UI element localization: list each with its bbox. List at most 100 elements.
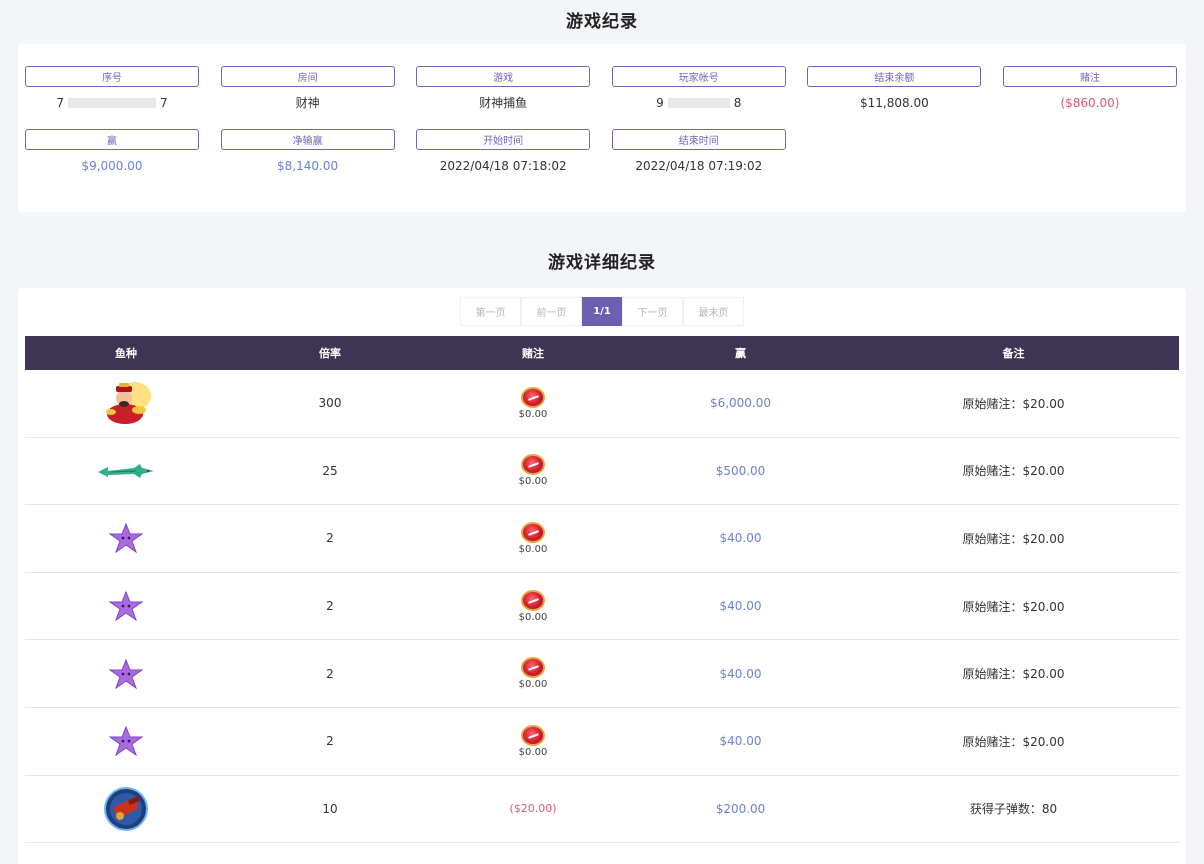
end-balance-label: 结束余额: [807, 66, 982, 87]
bet-amount: $0.00: [518, 611, 548, 623]
room-cell: 房间 财神: [220, 66, 395, 111]
net-win-cell: 净输赢 $8,140.00: [220, 129, 395, 174]
fish-cell: [25, 380, 227, 426]
chip-icon: [521, 386, 545, 408]
player-label: 玩家帐号: [611, 66, 786, 87]
bet-cell: $0.00: [433, 657, 633, 690]
start-time-label: 开始时间: [416, 129, 591, 150]
starfish-icon: [108, 591, 144, 622]
god-of-wealth-icon: [106, 382, 151, 425]
note-cell: 原始赌注：$20.00: [962, 396, 1065, 411]
shark-icon: [98, 463, 154, 478]
chip-icon: [521, 454, 545, 476]
game-cell: 游戏 财神捕鱼: [416, 66, 591, 111]
serial-cell: 序号 7 7: [25, 66, 199, 111]
serial-value: 7 7: [56, 95, 167, 111]
chip-icon: [521, 589, 545, 611]
bet-cell: ($20.00): [433, 802, 633, 815]
table-row: 10 ($20.00) $200.00 获得子弹数：80: [25, 776, 1179, 844]
starfish-icon: [108, 658, 144, 689]
bet-amount: $0.00: [518, 543, 548, 555]
prev-page-button[interactable]: 前一页: [521, 297, 582, 326]
bet-cell: $0.00: [433, 724, 633, 758]
summary-card: 序号 7 7 房间 财神 游戏 财神捕鱼 玩家帐号 9 8 结束余额 $11,8: [18, 44, 1186, 212]
bet-amount: $0.00: [518, 746, 548, 758]
end-balance-cell: 结束余额 $11,808.00: [807, 66, 982, 111]
note-cell: 原始赌注：$20.00: [962, 531, 1065, 546]
table-row: 2 $0.00 $40.00 原始赌注：$20.00: [25, 640, 1179, 708]
win-cell: $40.00: [719, 666, 762, 681]
bet-cell: $0.00: [433, 386, 633, 420]
multiplier-cell: 2: [326, 599, 334, 614]
start-time-cell: 开始时间 2022/04/18 07:18:02: [416, 129, 591, 174]
player-cell: 玩家帐号 9 8: [611, 66, 786, 111]
fish-cell: [25, 658, 227, 689]
page-title: 游戏纪录: [566, 12, 638, 32]
bet-amount: $0.00: [518, 679, 548, 691]
col-note: 备注: [1002, 347, 1025, 360]
current-page-indicator[interactable]: 1/1: [582, 297, 622, 326]
note-cell: 原始赌注：$20.00: [962, 464, 1065, 479]
bet-cell: $0.00: [433, 454, 633, 487]
win-cell: $500.00: [715, 463, 766, 478]
win-cell: $40.00: [719, 531, 762, 546]
multiplier-cell: 10: [322, 801, 338, 816]
win-cell: $40.00: [719, 734, 762, 749]
end-balance-value: $11,808.00: [860, 96, 929, 110]
note-cell: 获得子弹数：80: [969, 802, 1058, 817]
col-fish: 鱼种: [115, 347, 137, 360]
note-cell: 原始赌注：$20.00: [962, 667, 1065, 682]
start-time-value: 2022/04/18 07:18:02: [439, 159, 567, 173]
multiplier-cell: 2: [326, 531, 334, 546]
table-row: 25 $0.00 $500.00 原始赌注：$20.00: [25, 438, 1179, 506]
game-label: 游戏: [416, 66, 591, 87]
game-value: 财神捕鱼: [479, 96, 528, 110]
note-cell: 原始赌注：$20.00: [962, 599, 1065, 614]
first-page-button[interactable]: 第一页: [460, 297, 521, 326]
fish-cell: [25, 463, 227, 479]
player-prefix: 9: [656, 96, 664, 110]
room-label: 房间: [220, 66, 395, 87]
bet-cell: $0.00: [433, 589, 633, 623]
net-win-label: 净输赢: [220, 129, 395, 150]
bet-amount: $0.00: [518, 476, 548, 488]
starfish-icon: [108, 726, 144, 757]
fish-cell: [25, 523, 227, 554]
win-cell: 赢 $9,000.00: [25, 129, 199, 174]
redaction-mask: [68, 98, 156, 108]
table-row: 300 $0.00 $6,000.00 原始赌注：$20.00: [25, 370, 1179, 438]
room-value: 财神: [295, 96, 320, 110]
win-cell: $6,000.00: [709, 396, 772, 411]
multiplier-cell: 2: [326, 666, 334, 681]
bet-amount: $0.00: [518, 408, 548, 420]
bet-cell: 赌注 ($860.00): [1002, 66, 1177, 111]
last-page-button[interactable]: 最末页: [683, 297, 744, 326]
end-time-label: 结束时间: [611, 129, 786, 150]
bet-label: 赌注: [1002, 66, 1177, 87]
starfish-icon: [108, 523, 144, 554]
bet-cell: $0.00: [433, 521, 633, 555]
serial-prefix: 7: [56, 96, 64, 110]
table-row: 2 $0.00 $40.00 原始赌注：$20.00: [25, 573, 1179, 641]
player-value: 9 8: [656, 95, 741, 111]
fish-cell: [25, 726, 227, 757]
table-row: 2 $0.00 $40.00 原始赌注：$20.00: [25, 708, 1179, 776]
redaction-mask: [667, 98, 730, 108]
multiplier-cell: 2: [326, 734, 334, 749]
detail-card: 第一页 前一页 1/1 下一页 最末页 鱼种 倍率 赌注 赢 备注 300 $0…: [18, 288, 1186, 864]
multiplier-cell: 300: [318, 396, 342, 411]
win-cell: $200.00: [715, 801, 766, 816]
player-suffix: 8: [733, 96, 742, 110]
bet-amount: ($20.00): [509, 802, 557, 816]
win-value: $9,000.00: [81, 159, 143, 173]
next-page-button[interactable]: 下一页: [622, 297, 683, 326]
end-time-value: 2022/04/18 07:19:02: [635, 159, 763, 173]
bet-value: ($860.00): [1060, 96, 1120, 110]
fish-cell: [25, 786, 227, 832]
note-cell: 原始赌注：$20.00: [962, 734, 1065, 749]
end-time-cell: 结束时间 2022/04/18 07:19:02: [611, 129, 786, 174]
detail-title: 游戏详细纪录: [548, 253, 656, 273]
serial-label: 序号: [25, 66, 199, 87]
chip-icon: [521, 724, 545, 746]
serial-suffix: 7: [160, 96, 168, 110]
